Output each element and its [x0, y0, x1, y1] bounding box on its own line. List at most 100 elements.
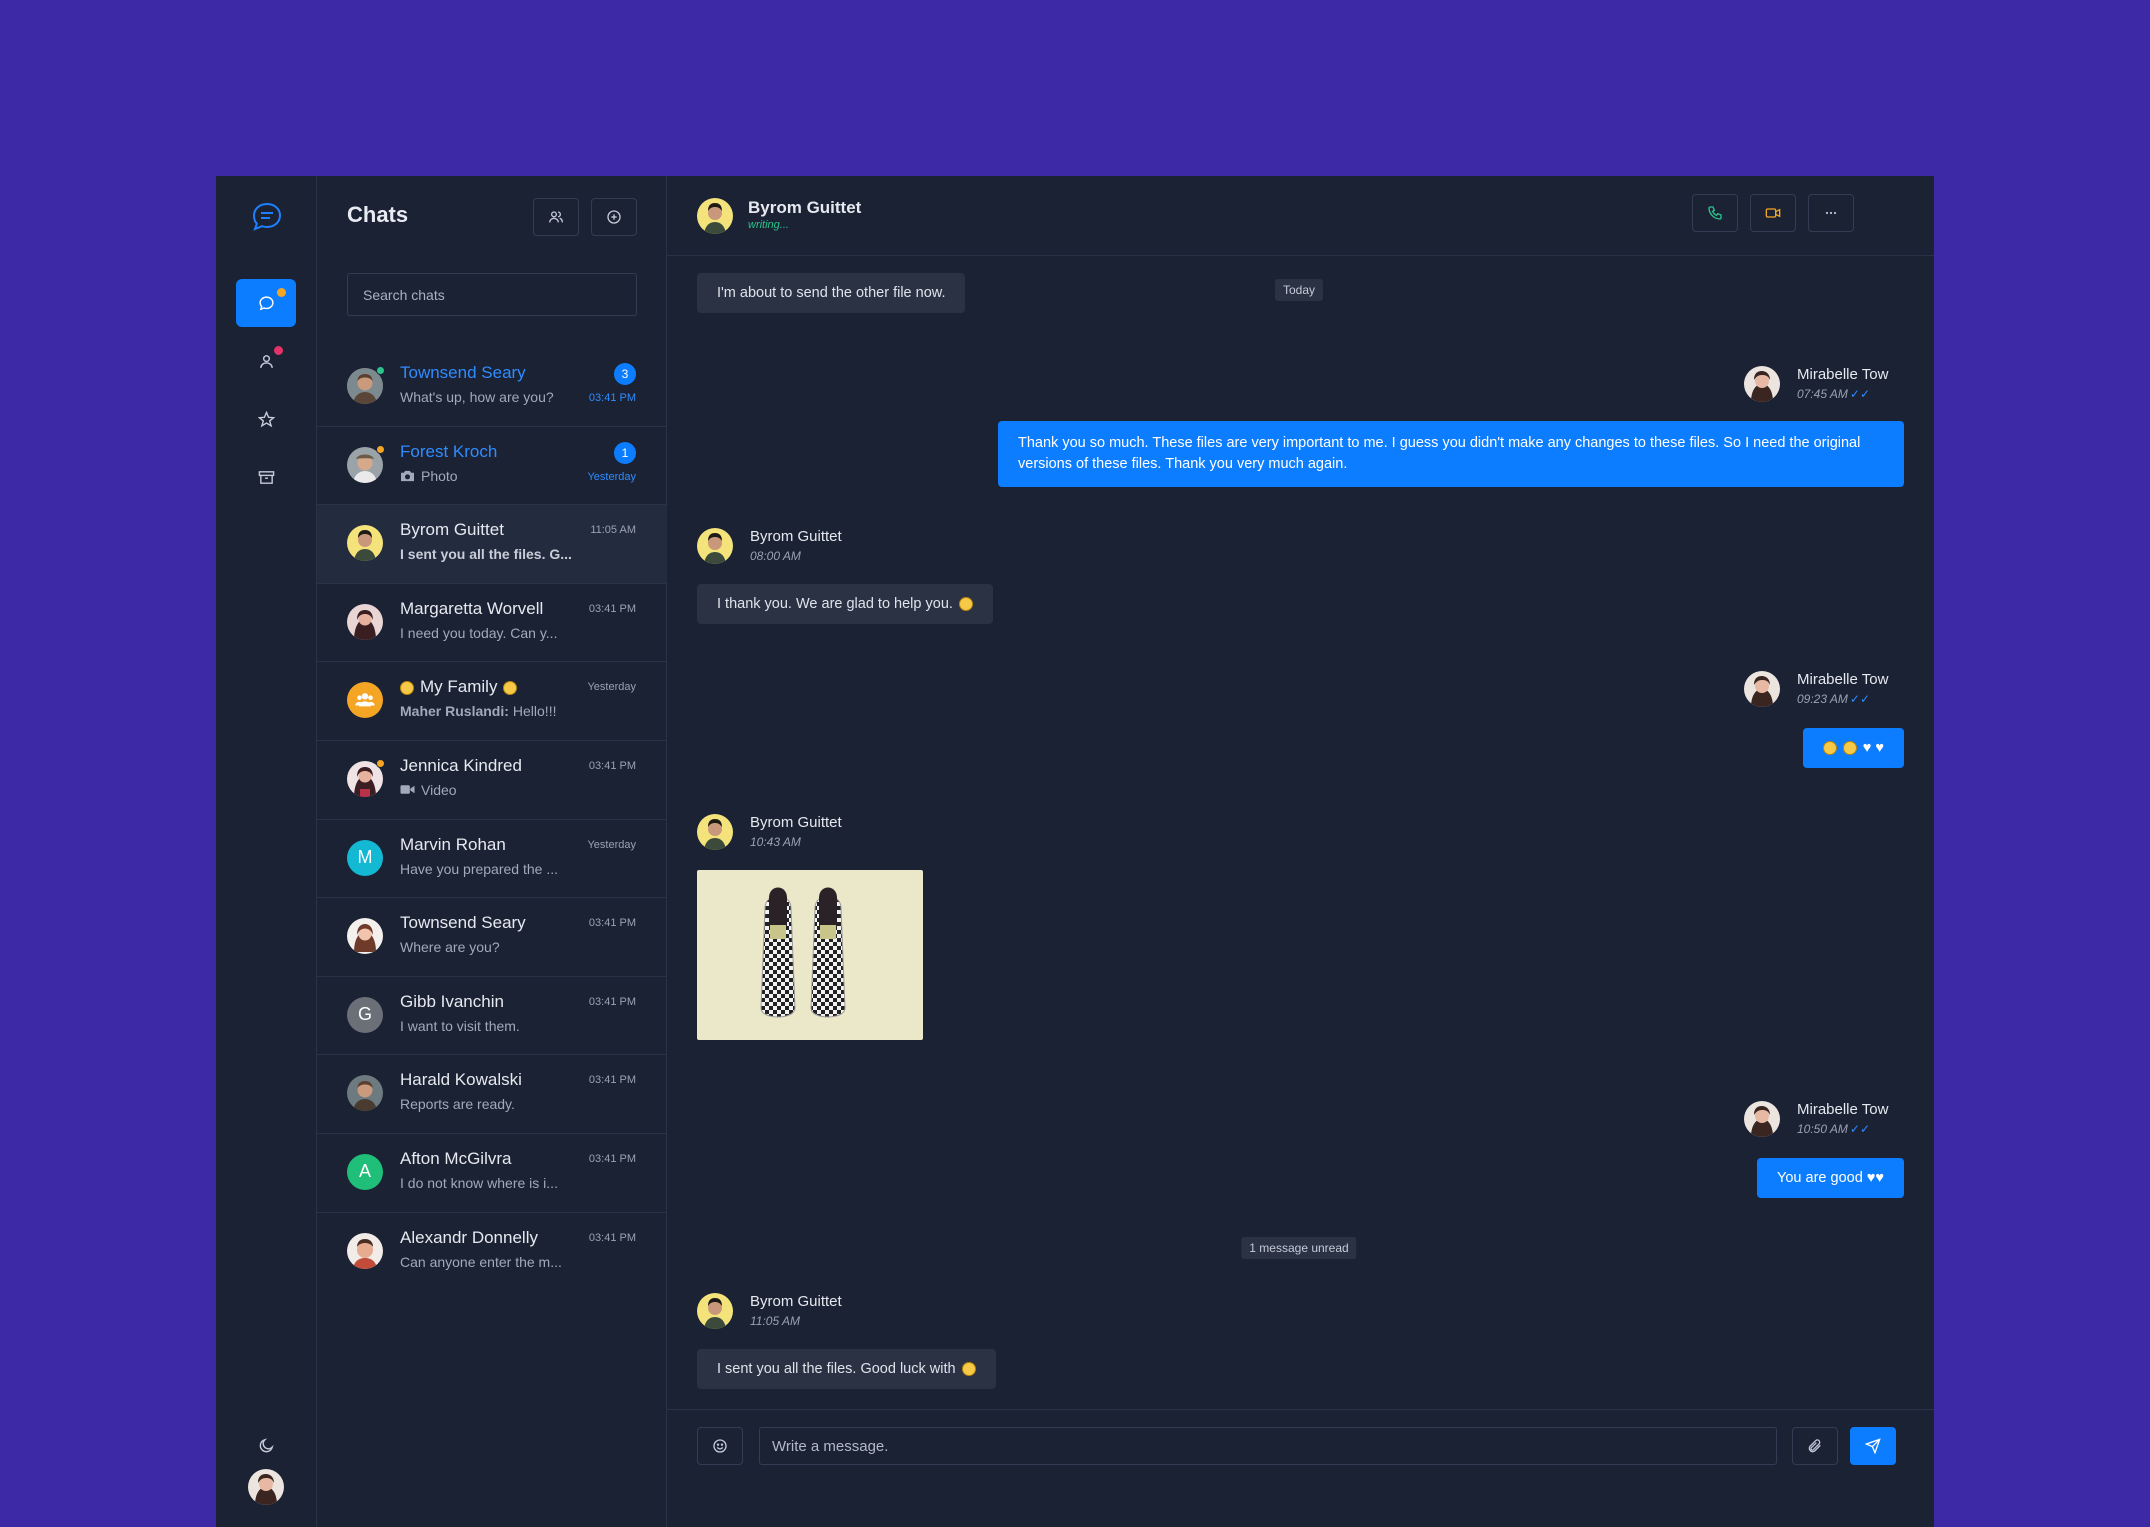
- chat-list-item[interactable]: Alexandr Donnelly Can anyone enter the m…: [317, 1213, 667, 1292]
- camera-icon: [401, 470, 414, 482]
- star-eyes-emoji-icon: [400, 680, 414, 695]
- chat-list: Townsend Seary What's up, how are you? 3…: [317, 348, 667, 1291]
- video-camera-icon: [1765, 208, 1781, 218]
- message-time: 08:00 AM: [750, 549, 801, 563]
- chat-list-item[interactable]: Forest Kroch Photo 1 Yesterday: [317, 427, 667, 506]
- avatar: [1744, 366, 1780, 402]
- chat-list-item[interactable]: Margaretta Worvell I need you today. Can…: [317, 584, 667, 663]
- chat-preview: Reports are ready.: [400, 1096, 515, 1113]
- chat-list-item[interactable]: Jennica Kindred Video 03:41 PM: [317, 741, 667, 820]
- chat-time: 03:41 PM: [588, 392, 636, 404]
- emoji-button[interactable]: [697, 1427, 743, 1465]
- chat-bubble-icon[interactable]: [249, 199, 285, 235]
- chat-name: Forest Kroch: [400, 441, 498, 461]
- away-status-dot: [376, 758, 385, 768]
- online-status-dot: [376, 366, 385, 375]
- chat-time: 03:41 PM: [588, 759, 636, 772]
- chat-name: Jennica Kindred: [400, 755, 522, 775]
- chat-time: 03:41 PM: [588, 917, 636, 930]
- chat-time: Yesterday: [587, 838, 636, 851]
- chat-list-item[interactable]: My Family Maher Ruslandi: Hello!!! Yester…: [317, 662, 667, 741]
- smile-emoji-icon: [958, 597, 973, 611]
- chat-list-item[interactable]: Townsend Seary Where are you? 03:41 PM: [317, 898, 667, 977]
- message-time: 10:43 AM: [750, 835, 801, 849]
- paperclip-icon: [1808, 1439, 1821, 1453]
- preview-sender: Maher Ruslandi:: [400, 703, 509, 720]
- chat-list-item[interactable]: A Afton McGilvra I do not know where is …: [317, 1134, 667, 1213]
- message-author: Mirabelle Tow: [1797, 671, 1889, 688]
- message-icon: [258, 295, 274, 310]
- chat-name: Townsend Seary: [400, 363, 526, 382]
- away-status-dot: [376, 444, 385, 454]
- avatar: A: [347, 1153, 383, 1190]
- more-horizontal-icon: [1825, 211, 1837, 215]
- chat-list-item[interactable]: Harald Kowalski Reports are ready. 03:41…: [317, 1055, 667, 1134]
- message-time-row: 07:45 AM ✓✓: [1797, 387, 1870, 401]
- message-bubble: I sent you all the files. Good luck with: [697, 1349, 996, 1389]
- preview-text: Video: [421, 781, 457, 798]
- message-time: 10:50 AM: [1797, 1122, 1848, 1136]
- message-time-row: 10:50 AM ✓✓: [1797, 1122, 1870, 1136]
- chat-preview: Maher Ruslandi: Hello!!!: [400, 703, 575, 719]
- message-author: Byrom Guittet: [750, 1293, 842, 1310]
- plus-circle-icon: [607, 210, 621, 224]
- avatar[interactable]: [697, 198, 733, 234]
- send-button[interactable]: [1850, 1427, 1896, 1465]
- new-chat-button[interactable]: [591, 198, 637, 236]
- more-options-button[interactable]: [1808, 194, 1854, 232]
- phone-icon: [1708, 206, 1722, 220]
- chat-time: 03:41 PM: [588, 995, 636, 1008]
- message-bubble: I'm about to send the other file now.: [697, 273, 966, 313]
- message-author: Mirabelle Tow: [1797, 366, 1889, 383]
- avatar: [347, 1232, 383, 1269]
- search-input[interactable]: [347, 273, 637, 316]
- chat-name: Margaretta Worvell: [400, 598, 544, 618]
- user-avatar[interactable]: [248, 1469, 284, 1505]
- chat-name: Byrom Guittet: [400, 520, 504, 540]
- heart-icon: ♥: [1862, 739, 1872, 756]
- dark-mode-toggle[interactable]: [236, 1421, 296, 1469]
- message-time-row: 09:23 AM ✓✓: [1797, 692, 1870, 706]
- nav-contacts-button[interactable]: [236, 337, 296, 385]
- conversation-header: Byrom Guittet writing...: [667, 176, 1934, 256]
- message-composer: [667, 1409, 1934, 1527]
- unread-separator: 1 message unread: [1241, 1237, 1357, 1259]
- chat-name: Afton McGilvra: [400, 1148, 512, 1168]
- attach-file-button[interactable]: [1792, 1427, 1838, 1465]
- chat-list-item[interactable]: Townsend Seary What's up, how are you? 3…: [317, 348, 667, 427]
- notification-dot: [274, 346, 283, 355]
- message-text: You are good: [1777, 1169, 1863, 1186]
- users-icon: [549, 211, 563, 223]
- video-call-button[interactable]: [1750, 194, 1796, 232]
- chat-list-item[interactable]: Byrom Guittet I sent you all the files. …: [317, 505, 667, 584]
- chat-time: Yesterday: [587, 470, 636, 483]
- nav-archive-button[interactable]: [236, 453, 296, 501]
- nav-chats-button[interactable]: [236, 279, 296, 327]
- voice-call-button[interactable]: [1692, 194, 1738, 232]
- avatar: [347, 1075, 383, 1112]
- chat-list-item[interactable]: M Marvin Rohan Have you prepared the ...…: [317, 820, 667, 899]
- avatar: G: [347, 996, 383, 1033]
- group-icon: [355, 693, 375, 707]
- chat-preview: Can anyone enter the m...: [400, 1253, 562, 1270]
- chat-preview: I sent you all the files. G...: [400, 546, 572, 563]
- chat-name: Gibb Ivanchin: [400, 991, 504, 1011]
- star-icon: [257, 410, 275, 427]
- chat-name: My Family: [400, 677, 518, 697]
- message-bubble: Thank you so much. These files are very …: [998, 421, 1904, 487]
- double-check-icon: ✓✓: [1849, 387, 1871, 401]
- chat-name: Harald Kowalski: [400, 1070, 522, 1090]
- heart-icon: ♥♥: [1866, 1169, 1884, 1186]
- message-input[interactable]: [759, 1427, 1777, 1465]
- unread-badge: 1: [614, 441, 636, 464]
- new-group-button[interactable]: [533, 198, 579, 236]
- chat-list-item[interactable]: G Gibb Ivanchin I want to visit them. 03…: [317, 977, 667, 1056]
- chat-preview: I want to visit them.: [400, 1017, 520, 1034]
- image-attachment[interactable]: [697, 870, 923, 1040]
- nav-favorites-button[interactable]: [236, 395, 296, 443]
- preview-text: Hello!!!: [512, 703, 557, 720]
- message-meta: Mirabelle Tow 09:23 AM ✓✓: [1744, 671, 1904, 711]
- preview-text: Photo: [421, 467, 458, 484]
- chat-preview: Where are you?: [400, 939, 500, 956]
- message-time: 11:05 AM: [750, 1314, 801, 1328]
